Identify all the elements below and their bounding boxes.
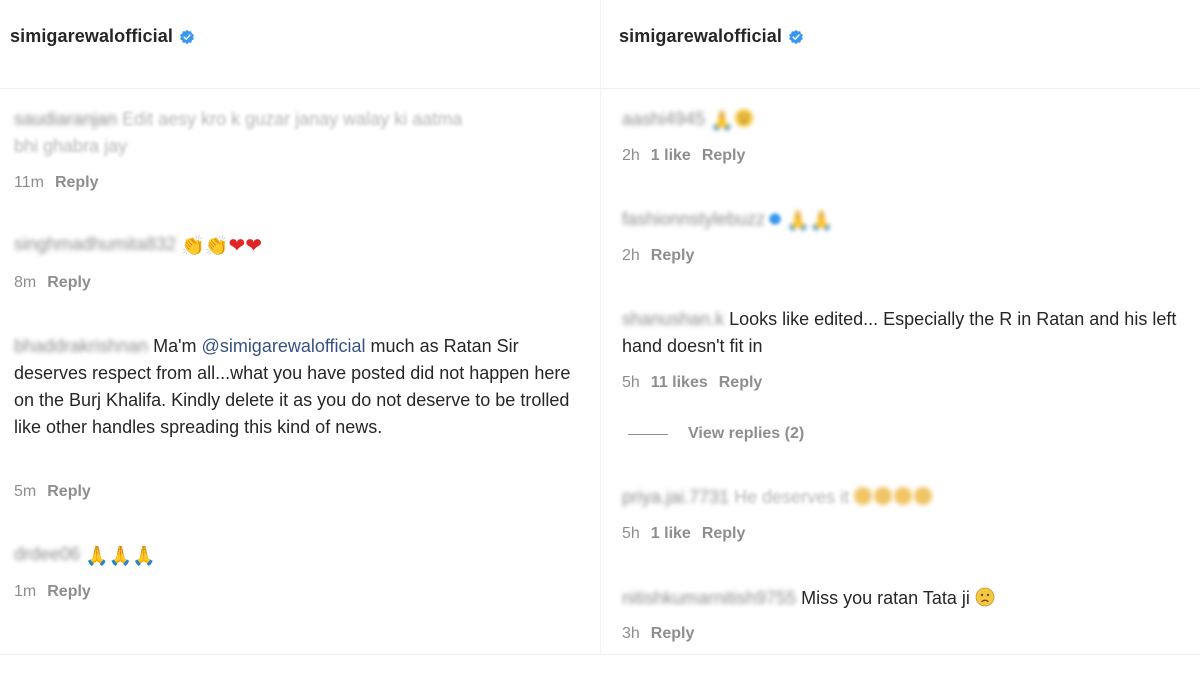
comment: aashi4945 🙏 <box>622 106 1197 133</box>
comment: nitishkumarnitish9755 Miss you ratan Tata… <box>622 585 1197 612</box>
replies-divider-line <box>628 433 668 435</box>
comment-time: 3h <box>622 625 640 642</box>
sad-face-icon <box>874 487 893 505</box>
reply-button[interactable]: Reply <box>651 247 695 265</box>
post-header: simigarewalofficial <box>619 26 804 47</box>
comment-time: 11m <box>14 174 44 191</box>
like-count[interactable]: 1 like <box>651 525 691 543</box>
like-count[interactable]: 11 likes <box>651 374 708 392</box>
account-username[interactable]: simigarewalofficial <box>10 26 173 47</box>
comment-meta: 5h 1 like Reply <box>622 525 745 543</box>
comment-time: 2h <box>622 247 640 264</box>
reply-button[interactable]: Reply <box>702 525 746 543</box>
reply-button[interactable]: Reply <box>702 147 746 165</box>
left-comments-panel: simigarewalofficial saudiaranjan Edit aes… <box>0 0 600 655</box>
bottom-divider <box>601 654 1200 655</box>
folded-hands-icon: 🙏 <box>132 545 157 567</box>
folded-hands-icon: 🙏 <box>85 545 109 567</box>
comment-text: Edit aesy kro k guzar janay walay ki aat… <box>122 109 463 129</box>
comment-text: Ma'm <box>153 336 202 356</box>
comment: fashionnstylebuzz 🙏🙏 <box>622 206 1197 233</box>
comment-username[interactable]: singhmadhumita832 <box>14 234 176 254</box>
red-heart-icon: ❤ <box>228 233 246 257</box>
right-comments-panel: simigarewalofficial aashi4945 🙏 2h 1 like… <box>600 0 1200 655</box>
mention-link[interactable]: @simigarewalofficial <box>202 336 366 356</box>
reply-button[interactable]: Reply <box>47 483 91 501</box>
bottom-divider <box>0 654 600 655</box>
folded-hands-icon: 🙏 <box>108 545 133 567</box>
header-divider <box>0 88 600 89</box>
comment-time: 5h <box>622 374 640 391</box>
clapping-hands-icon: 👏 <box>204 235 229 257</box>
sad-face-icon <box>894 487 913 505</box>
comment-username[interactable]: saudiaranjan <box>14 109 117 129</box>
comment-meta: 8m Reply <box>14 274 91 292</box>
comment-meta: 3h Reply <box>622 625 694 643</box>
header-divider <box>601 88 1200 89</box>
reply-button[interactable]: Reply <box>47 583 91 601</box>
comment-text: He deserves it <box>734 487 850 507</box>
comment-username[interactable]: drdee06 <box>14 544 80 564</box>
sad-face-icon <box>975 587 995 607</box>
comment-meta: 2h 1 like Reply <box>622 147 745 165</box>
comment-time: 2h <box>622 147 640 164</box>
comment-time: 5m <box>14 483 37 500</box>
comment-username[interactable]: priya.jai.7731 <box>622 487 729 507</box>
comment-username[interactable]: fashionnstylebuzz <box>622 209 765 229</box>
verified-badge-icon <box>789 29 803 44</box>
sad-face-icon <box>734 109 753 127</box>
comment-username[interactable]: bhaddrakrishnan <box>14 336 148 356</box>
verified-badge-icon <box>769 212 782 226</box>
comment-meta: 11m Reply <box>14 174 99 192</box>
reply-button[interactable]: Reply <box>719 374 763 392</box>
comment-time: 1m <box>14 583 37 600</box>
comment-time: 5h <box>622 525 640 542</box>
comment-time: 8m <box>14 274 37 291</box>
comment-username[interactable]: shanushan.k <box>622 309 724 329</box>
folded-hands-icon: 🙏 <box>710 110 734 132</box>
comment-meta: 1m Reply <box>14 583 91 601</box>
sad-face-icon <box>914 487 933 505</box>
comment-meta: 2h Reply <box>622 247 694 265</box>
verified-badge-icon <box>180 29 194 44</box>
view-replies-label[interactable]: View replies (2) <box>688 425 804 443</box>
comment-username[interactable]: aashi4945 <box>622 109 705 129</box>
reply-button[interactable]: Reply <box>47 274 91 292</box>
comment-text-continued: bhi ghabra jay <box>14 136 128 156</box>
red-heart-icon: ❤ <box>245 233 262 257</box>
folded-hands-icon: 🙏 <box>809 210 834 232</box>
comment-username[interactable]: nitishkumarnitish9755 <box>622 588 796 608</box>
reply-button[interactable]: Reply <box>651 625 695 643</box>
comment: drdee06 🙏🙏🙏 <box>14 541 600 568</box>
comment-meta: 5m Reply <box>14 483 91 501</box>
comment-meta: 5h 11 likes Reply <box>622 374 762 392</box>
comment: shanushan.k Looks like edited... Especial… <box>622 306 1197 360</box>
post-header: simigarewalofficial <box>10 26 195 47</box>
view-replies-button[interactable]: View replies (2) <box>628 425 804 443</box>
folded-hands-icon: 🙏 <box>786 210 810 232</box>
comment: saudiaranjan Edit aesy kro k guzar janay … <box>14 106 600 160</box>
clapping-hands-icon: 👏 <box>181 235 205 257</box>
comment: singhmadhumita832 👏👏❤❤ <box>14 231 600 258</box>
comment: priya.jai.7731 He deserves it <box>622 484 1197 511</box>
comment: bhaddrakrishnan Ma'm @simigarewalofficial… <box>14 333 594 441</box>
like-count[interactable]: 1 like <box>651 147 691 165</box>
comment-text: Miss you ratan Tata ji <box>801 588 970 608</box>
reply-button[interactable]: Reply <box>55 174 99 192</box>
sad-face-icon <box>854 487 873 505</box>
account-username[interactable]: simigarewalofficial <box>619 26 782 47</box>
